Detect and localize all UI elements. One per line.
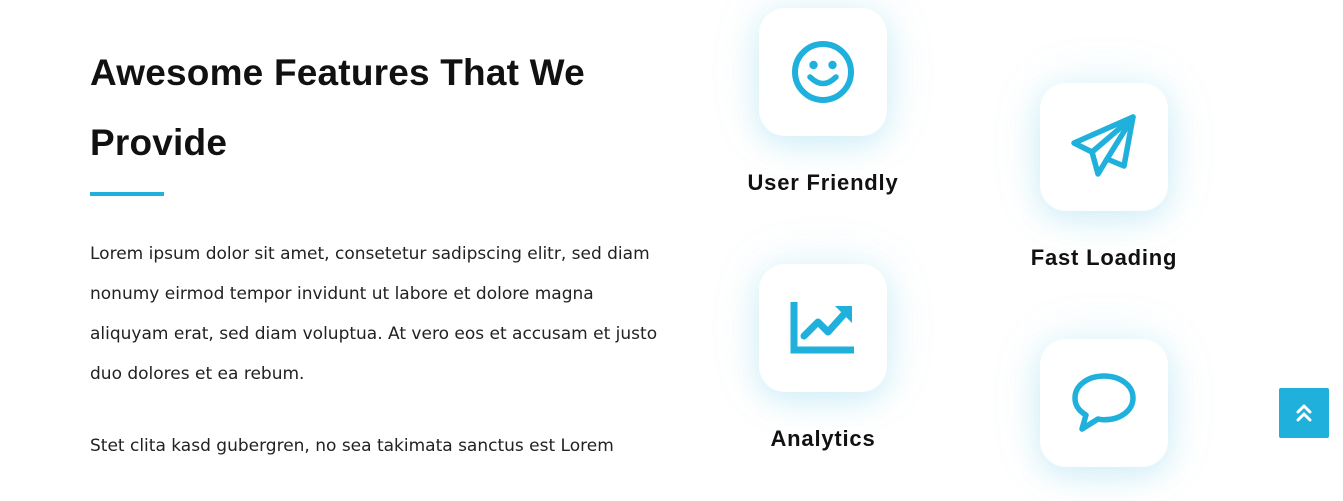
feature-chat (974, 339, 1234, 501)
section-title: Awesome Features That We Provide (90, 38, 690, 178)
feature-icon-box (759, 8, 887, 136)
smiley-face-icon (792, 41, 854, 103)
back-to-top-button[interactable] (1279, 388, 1329, 438)
title-underline (90, 192, 164, 196)
intro-paragraph: Lorem ipsum dolor sit amet, consetetur s… (90, 244, 658, 384)
feature-icon-box (1040, 83, 1168, 211)
feature-label: Fast Loading (1030, 245, 1178, 270)
feature-user-friendly: User Friendly (693, 8, 953, 196)
feature-icon-box (759, 264, 887, 392)
secondary-paragraph: Stet clita kasd gubergren, no sea takima… (90, 436, 614, 456)
trend-chart-icon (790, 302, 854, 354)
paper-plane-icon (1071, 114, 1136, 177)
features-intro: Awesome Features That We Provide Lorem i… (90, 38, 690, 466)
section-title-line-1: Awesome Features That We (90, 52, 585, 93)
feature-icon-box (1040, 339, 1168, 467)
feature-fast-loading: Fast Loading (974, 83, 1234, 271)
feature-label: Analytics (770, 426, 876, 451)
section-title-line-2: Provide (90, 122, 228, 163)
double-chevron-up-icon (1296, 404, 1312, 422)
feature-analytics: Analytics (693, 264, 953, 452)
chat-bubble-icon (1072, 373, 1136, 432)
feature-label: User Friendly (747, 170, 899, 195)
